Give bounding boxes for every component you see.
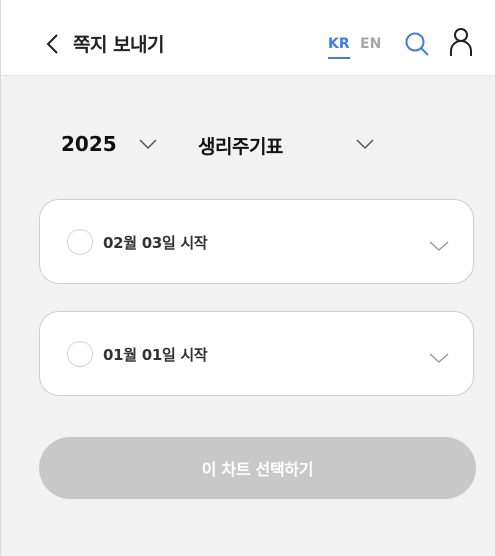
chevron-down-icon[interactable] <box>429 240 449 252</box>
select-chart-button[interactable]: 이 차트 선택하기 <box>39 437 476 499</box>
language-en-link[interactable]: EN <box>360 36 381 52</box>
radio-button[interactable] <box>67 341 93 367</box>
chevron-down-icon[interactable] <box>429 352 449 364</box>
language-kr-link[interactable]: KR <box>328 36 350 52</box>
chart-option-label: 02월 03일 시작 <box>103 234 208 252</box>
user-icon[interactable] <box>448 27 474 57</box>
chart-option-label: 01월 01일 시작 <box>103 346 208 364</box>
active-language-indicator <box>328 57 350 59</box>
top-header: 쪽지 보내기 KR EN <box>1 0 495 76</box>
page-title: 쪽지 보내기 <box>73 34 165 56</box>
chevron-down-icon <box>356 139 374 150</box>
chevron-left-icon[interactable] <box>45 33 61 55</box>
radio-button[interactable] <box>67 229 93 255</box>
app-frame: 쪽지 보내기 KR EN 2025 생리주기표 02월 03일 시작 01월 0… <box>0 0 495 556</box>
chart-option-card[interactable]: 02월 03일 시작 <box>39 199 474 284</box>
chart-option-card[interactable]: 01월 01일 시작 <box>39 311 474 396</box>
chart-type-value: 생리주기표 <box>198 136 283 158</box>
year-value: 2025 <box>61 132 117 156</box>
search-icon[interactable] <box>404 31 430 57</box>
chevron-down-icon <box>139 139 157 150</box>
